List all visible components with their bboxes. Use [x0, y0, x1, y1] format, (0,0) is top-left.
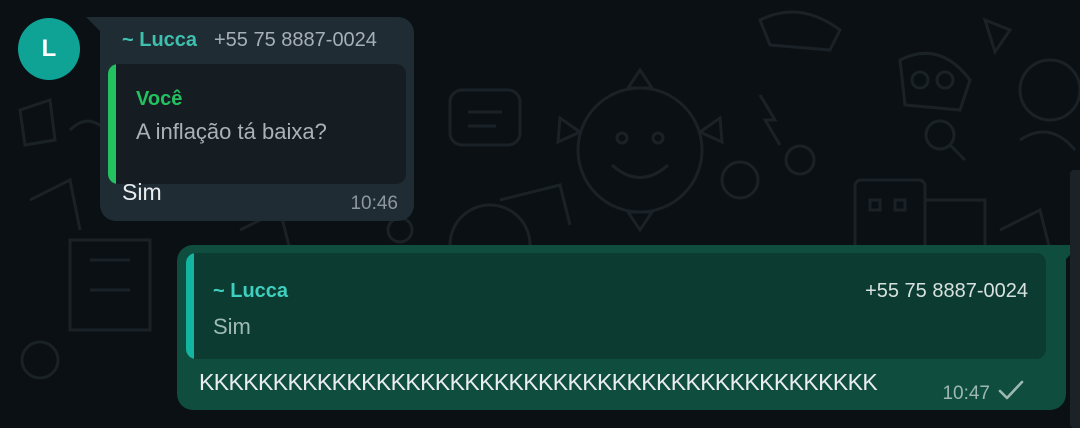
- incoming-bubble-tail: [86, 17, 100, 31]
- sender-name[interactable]: ~ Lucca: [122, 29, 197, 52]
- quoted-message[interactable]: ~ Lucca +55 75 8887-0024 Sim: [186, 253, 1046, 359]
- quoted-phone: +55 75 8887-0024: [865, 280, 1028, 302]
- message-text: KKKKKKKKKKKKKKKKKKKKKKKKKKKKKKKKKKKKKKKK…: [199, 369, 878, 395]
- quote-bar: [108, 64, 116, 184]
- quoted-author: Você: [136, 88, 183, 110]
- message-timestamp: 10:46: [350, 193, 398, 214]
- quoted-author: ~ Lucca: [213, 280, 289, 302]
- scrollbar[interactable]: [1070, 170, 1080, 428]
- sender-phone[interactable]: +55 75 8887-0024: [214, 29, 377, 52]
- message-text: Sim: [122, 179, 162, 205]
- outgoing-message-bubble[interactable]: ~ Lucca +55 75 8887-0024 Sim KKKKKKKKKKK…: [177, 245, 1080, 410]
- avatar-initial: L: [41, 35, 57, 62]
- quoted-message[interactable]: Você A inflação tá baixa?: [108, 64, 406, 184]
- single-check-icon: [998, 380, 1024, 400]
- quoted-text: Sim: [213, 314, 251, 339]
- incoming-message-bubble[interactable]: ~ Lucca +55 75 8887-0024 Você A inflação…: [86, 17, 414, 221]
- quote-bar: [186, 253, 194, 359]
- contact-avatar[interactable]: L: [18, 18, 80, 80]
- message-timestamp: 10:47: [942, 383, 990, 404]
- quoted-text: A inflação tá baixa?: [136, 119, 327, 144]
